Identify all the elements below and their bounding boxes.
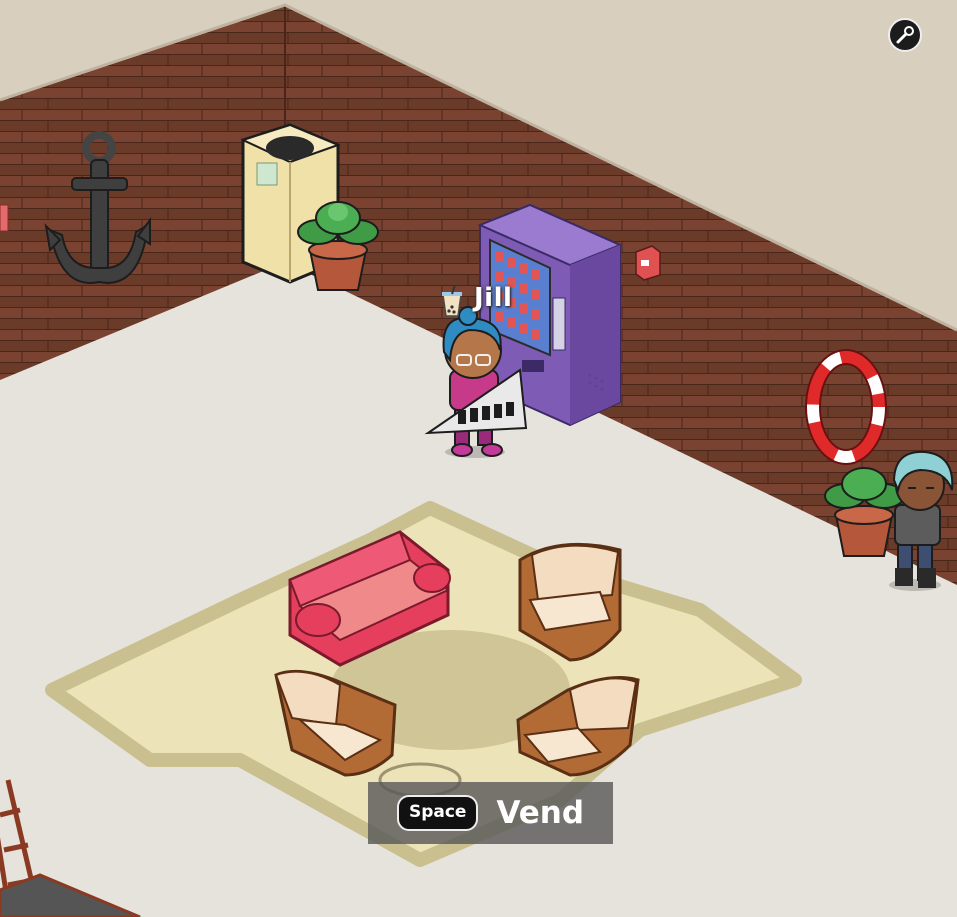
interaction-prompt[interactable]: Space Vend xyxy=(368,782,613,844)
room-canvas[interactable] xyxy=(0,0,957,917)
player-name-label: Jill xyxy=(474,283,513,313)
settings-button[interactable] xyxy=(888,18,922,52)
fire-alarm-icon xyxy=(635,245,661,281)
settings-wrench-icon xyxy=(896,26,914,44)
space-key-badge: Space xyxy=(396,795,479,831)
recycle-icon xyxy=(256,162,278,186)
vend-action-label: Vend xyxy=(496,795,585,831)
game-scene[interactable]: Jill Space Vend xyxy=(0,0,957,917)
wall-sign-icon xyxy=(0,204,9,232)
